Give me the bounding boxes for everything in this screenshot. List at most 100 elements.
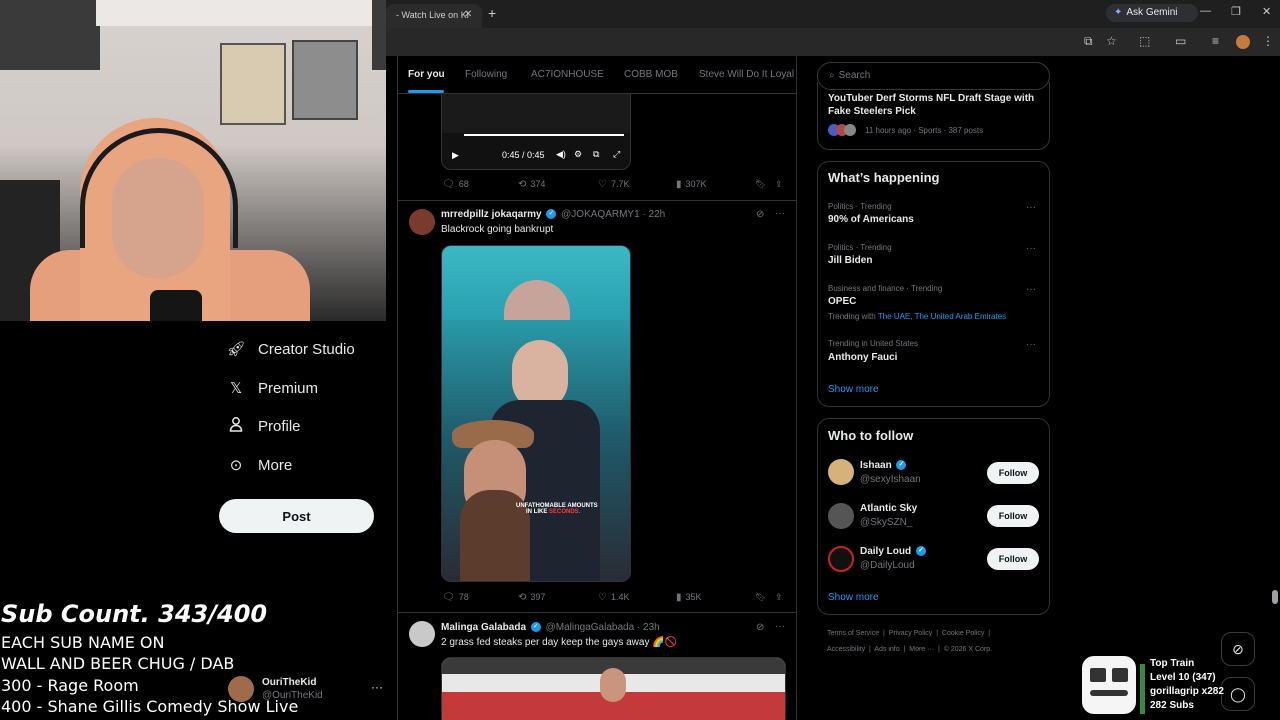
browser-profile-avatar[interactable]: [1236, 35, 1250, 49]
bookmark-icon[interactable]: 🔖︎: [755, 179, 766, 190]
grok-icon[interactable]: ⊘: [756, 622, 764, 633]
views-button[interactable]: ▮ 307K: [676, 179, 707, 190]
install-app-icon[interactable]: ⧉: [1084, 34, 1093, 49]
nav-more[interactable]: ⊙ More: [226, 453, 292, 477]
search-input[interactable]: ⌕ Search: [817, 62, 1050, 90]
trend-more-icon[interactable]: ···: [1026, 284, 1036, 295]
tab-following[interactable]: Following: [465, 69, 507, 80]
restore-icon[interactable]: ❐: [1231, 5, 1241, 18]
follow-name[interactable]: Atlantic Sky: [860, 503, 917, 514]
settings-icon[interactable]: ⚙: [574, 149, 582, 160]
share-icon[interactable]: ⇪: [775, 592, 783, 603]
footer-link[interactable]: Cookie Policy: [942, 630, 984, 637]
picture-in-picture-icon[interactable]: ⧉: [593, 149, 599, 160]
follow-avatar[interactable]: [828, 546, 854, 572]
nav-premium[interactable]: 𝕏 Premium: [226, 376, 318, 400]
train-title: Top Train: [1150, 658, 1195, 669]
tab-ac7ionhouse[interactable]: AC7IONHOUSE: [531, 69, 604, 80]
footer-link[interactable]: Ads info: [874, 646, 899, 653]
repost-button[interactable]: ⟲ 374: [518, 179, 545, 190]
close-window-icon[interactable]: ✕: [1262, 5, 1271, 18]
account-avatar[interactable]: [228, 676, 254, 702]
follow-button[interactable]: Follow: [987, 505, 1039, 527]
like-button[interactable]: ♡ 1.4K: [598, 592, 629, 603]
tweet-more-icon[interactable]: ···: [775, 208, 785, 219]
footer-link[interactable]: More ···: [909, 646, 934, 653]
tweet-time[interactable]: · 22h: [642, 209, 665, 220]
video-player[interactable]: ▶ 0:45 / 0:45 ◀) ⚙ ⧉ ⤢: [441, 92, 631, 170]
messages-button[interactable]: ◯: [1221, 677, 1255, 711]
trend-item[interactable]: 90% of Americans: [828, 214, 914, 225]
cast-icon[interactable]: ▭: [1175, 34, 1186, 48]
new-tab-button[interactable]: +: [488, 5, 496, 21]
tweet-avatar[interactable]: [409, 621, 435, 647]
tweet-image[interactable]: [441, 657, 786, 720]
reply-button[interactable]: 🗨︎ 78: [442, 592, 469, 603]
grok-button[interactable]: ⊘: [1221, 632, 1255, 666]
active-tab-indicator: [408, 90, 444, 93]
tweet-more-icon[interactable]: ···: [775, 621, 785, 632]
ask-gemini-button[interactable]: ✦ Ask Gemini: [1106, 4, 1198, 22]
share-icon[interactable]: ⇪: [775, 179, 783, 190]
verified-icon: ✓: [546, 209, 557, 220]
follow-name[interactable]: Ishaan ✓: [860, 460, 908, 471]
trend-item[interactable]: Jill Biden: [828, 255, 872, 266]
trend-context-link[interactable]: The UAE, The United Arab Emirates: [878, 312, 1006, 321]
trend-more-icon[interactable]: ···: [1026, 339, 1036, 350]
tab-for-you[interactable]: For you: [408, 69, 445, 80]
follow-name[interactable]: Daily Loud ✓: [860, 546, 928, 557]
trend-more-icon[interactable]: ···: [1026, 243, 1036, 254]
top-story-card[interactable]: YouTuber Derf Storms NFL Draft Stage wit…: [817, 82, 1050, 150]
footer-link[interactable]: Terms of Service: [827, 630, 879, 637]
follow-button[interactable]: Follow: [987, 548, 1039, 570]
tweet-author[interactable]: Malinga Galabada: [441, 622, 526, 633]
video-main-frame: UNFATHOMABLE AMOUNTS IN LIKE SECONDS.: [442, 320, 630, 581]
reading-list-icon[interactable]: ≡: [1212, 34, 1219, 48]
reply-button[interactable]: 🗨︎ 68: [442, 179, 469, 190]
tweet-time[interactable]: · 23h: [637, 622, 660, 633]
train-bumper: [1090, 690, 1128, 696]
show-more-link[interactable]: Show more: [828, 384, 879, 395]
video-progress-bar[interactable]: [464, 134, 624, 136]
bookmark-icon[interactable]: 🔖︎: [755, 592, 766, 603]
browser-tab[interactable]: - Watch Live on Ki ✕: [386, 4, 482, 28]
repost-button[interactable]: ⟲ 397: [518, 592, 545, 603]
extensions-icon[interactable]: ⬚: [1139, 34, 1150, 48]
tab-cobb-mob[interactable]: COBB MOB: [624, 69, 678, 80]
tweet-handle[interactable]: @JOKAQARMY1: [561, 209, 640, 220]
follow-avatar[interactable]: [828, 459, 854, 485]
goal-line: EACH SUB NAME ON: [1, 633, 165, 652]
tab-steve-will-do-it-loyal[interactable]: Steve Will Do It Loyal: [699, 69, 794, 80]
heart-icon: ♡: [598, 592, 607, 603]
bookmark-star-icon[interactable]: ☆: [1106, 34, 1117, 48]
video-time: 0:45 / 0:45: [502, 150, 545, 160]
footer-link[interactable]: Privacy Policy: [889, 630, 933, 637]
tweet-video[interactable]: UNFATHOMABLE AMOUNTS IN LIKE SECONDS.: [441, 245, 631, 582]
nav-profile[interactable]: Profile: [226, 414, 301, 438]
trend-more-icon[interactable]: ···: [1026, 202, 1036, 213]
footer-link[interactable]: Accessibility: [827, 646, 865, 653]
page-scrollbar[interactable]: [1272, 590, 1278, 604]
train-level: Level 10 (347): [1150, 672, 1216, 683]
minimize-icon[interactable]: —: [1200, 5, 1211, 17]
nav-creator-studio[interactable]: 🚀︎ Creator Studio: [226, 337, 354, 361]
show-more-link[interactable]: Show more: [828, 592, 879, 603]
like-button[interactable]: ♡ 7.7K: [598, 179, 629, 190]
trend-item[interactable]: Anthony Fauci: [828, 352, 897, 363]
tweet-handle[interactable]: @MalingaGalabada: [546, 622, 635, 633]
tweet-avatar[interactable]: [409, 209, 435, 235]
account-name[interactable]: OuriTheKid: [262, 677, 316, 688]
views-button[interactable]: ▮ 35K: [676, 592, 702, 603]
follow-avatar[interactable]: [828, 503, 854, 529]
tweet-author[interactable]: mrredpillz jokaqarmy: [441, 209, 542, 220]
play-icon[interactable]: ▶: [452, 150, 459, 161]
fullscreen-icon[interactable]: ⤢: [613, 149, 620, 160]
follow-button[interactable]: Follow: [987, 462, 1039, 484]
grok-icon[interactable]: ⊘: [756, 209, 764, 220]
trend-item[interactable]: OPEC: [828, 296, 856, 307]
volume-icon[interactable]: ◀): [556, 149, 566, 160]
post-button[interactable]: Post: [219, 499, 374, 533]
close-tab-icon[interactable]: ✕: [464, 9, 472, 20]
browser-menu-icon[interactable]: ⋮: [1262, 34, 1274, 48]
account-more-icon[interactable]: ···: [371, 680, 383, 694]
